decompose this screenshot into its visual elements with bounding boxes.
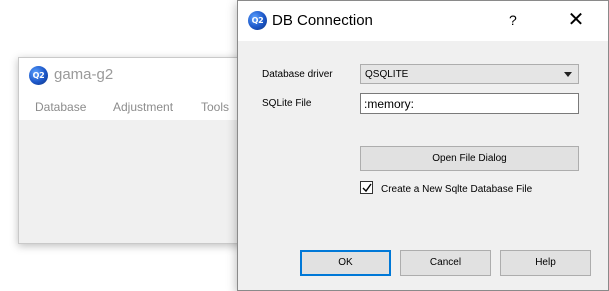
main-window-title: gama-g2 [54, 66, 114, 83]
driver-label: Database driver [262, 69, 333, 80]
help-button[interactable]: Help [500, 250, 591, 276]
menu-item-adjustment[interactable]: Adjustment [113, 100, 173, 114]
sqlite-file-label: SQLite File [262, 98, 312, 109]
menu-item-database[interactable]: Database [35, 100, 86, 114]
q2-logo-icon: Q2 [29, 66, 48, 85]
main-window: Q2 gama-g2 Database Adjustment Tools [18, 57, 255, 244]
driver-select-value: QSQLITE [365, 69, 409, 80]
ok-button[interactable]: OK [300, 250, 391, 276]
menu-item-tools[interactable]: Tools [201, 100, 229, 114]
chevron-down-icon [564, 72, 572, 77]
dialog-titlebar: Q2 DB Connection ? ✕ [238, 1, 608, 41]
db-connection-dialog: Q2 DB Connection ? ✕ Database driver QSQ… [237, 0, 609, 291]
menu-bar: Database Adjustment Tools [19, 92, 254, 121]
check-icon [362, 183, 372, 193]
driver-select[interactable]: QSQLITE [360, 64, 579, 84]
q2-logo-icon: Q2 [248, 11, 267, 30]
help-icon[interactable]: ? [509, 12, 517, 28]
cancel-button[interactable]: Cancel [400, 250, 491, 276]
create-db-checkbox[interactable] [360, 181, 373, 194]
open-file-dialog-button[interactable]: Open File Dialog [360, 146, 579, 171]
sqlite-file-input[interactable] [360, 93, 579, 114]
main-titlebar: Q2 gama-g2 [19, 58, 254, 92]
create-db-checkbox-label[interactable]: Create a New Sqlte Database File [381, 184, 532, 195]
dialog-title: DB Connection [272, 12, 373, 29]
close-icon[interactable]: ✕ [564, 9, 588, 33]
